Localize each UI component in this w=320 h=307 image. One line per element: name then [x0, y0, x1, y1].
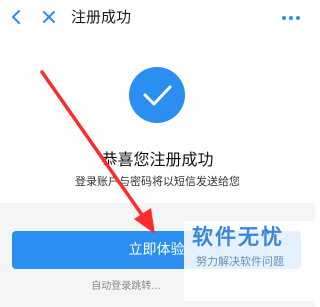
annotation-arrow: [40, 70, 155, 234]
